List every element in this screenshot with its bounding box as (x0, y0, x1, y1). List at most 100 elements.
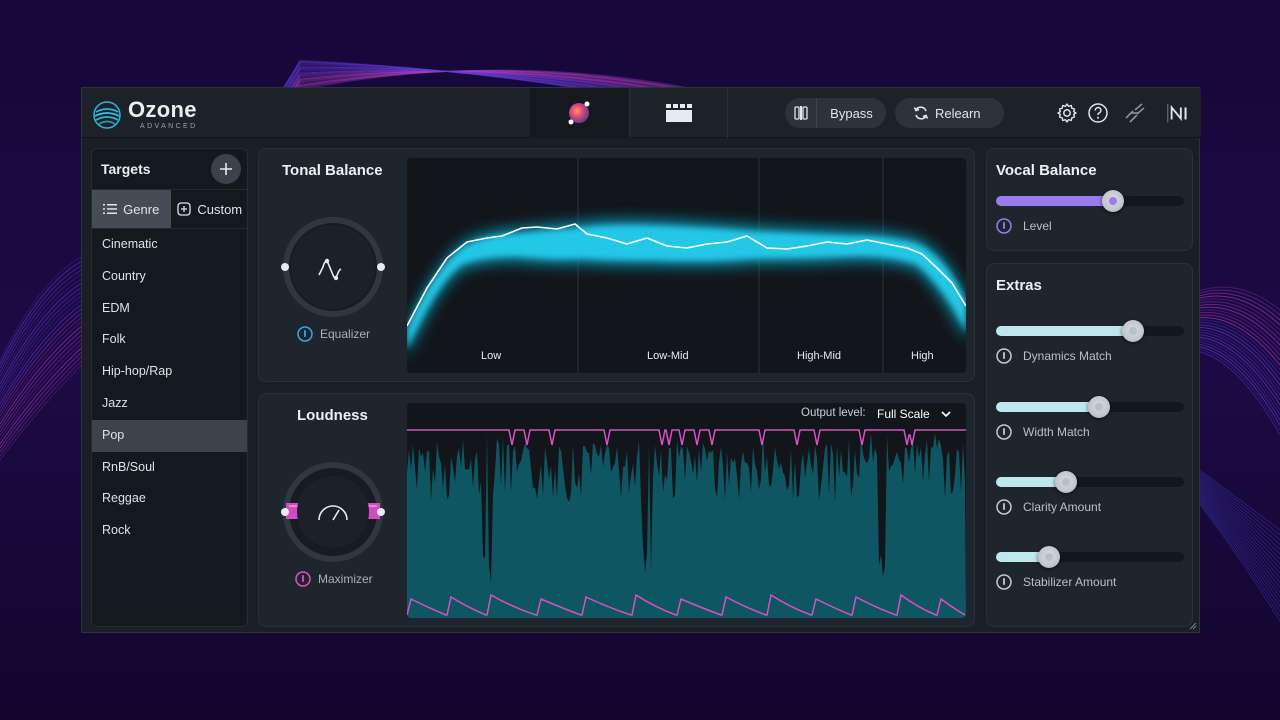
clarity-amount-label-row: Clarity Amount (996, 499, 1101, 515)
target-type-tabs: Genre Custom (92, 189, 248, 229)
dynamics-match-slider[interactable]: Dynamics Match (996, 320, 1184, 366)
dynamics-match-fill (996, 326, 1134, 336)
clarity-amount-slider[interactable]: Clarity Amount (996, 471, 1184, 517)
genre-item-rock[interactable]: Rock (92, 515, 247, 547)
genre-item-reggae[interactable]: Reggae (92, 483, 247, 515)
assistant-orb-icon (568, 101, 590, 125)
genre-item-jazz[interactable]: Jazz (92, 388, 247, 420)
genre-item-hiphop[interactable]: Hip-hop/Rap (92, 356, 247, 388)
vocal-level-track[interactable] (996, 190, 1184, 212)
width-match-slider[interactable]: Width Match (996, 396, 1184, 442)
tonal-balance-curve (407, 158, 966, 373)
tonal-balance-graph: Low Low-Mid High-Mid High (407, 158, 966, 373)
power-icon (295, 571, 311, 587)
relearn-button[interactable]: Relearn (895, 98, 1004, 128)
dynamics-match-track[interactable] (996, 320, 1184, 342)
list-icon (103, 204, 118, 214)
width-match-fill (996, 402, 1100, 412)
add-target-button[interactable] (211, 154, 241, 184)
extras-panel: Extras Dynamics Match Width Match Clarit… (986, 263, 1193, 627)
bypass-button[interactable]: Bypass (785, 98, 886, 128)
stabilizer-amount-track[interactable] (996, 546, 1184, 568)
extras-title: Extras (996, 277, 1042, 294)
band-label-high-mid: High-Mid (797, 350, 842, 362)
ni-logo (1167, 101, 1191, 125)
clarity-amount-track[interactable] (996, 471, 1184, 493)
ozone-logo: Ozone ADVANCED (92, 97, 212, 131)
genre-item-country[interactable]: Country (92, 261, 247, 293)
genre-item-edm[interactable]: EDM (92, 293, 247, 325)
vocal-level-label-row: Level (996, 218, 1052, 234)
dynamics-match-label-row: Dynamics Match (996, 348, 1112, 364)
width-match-thumb[interactable] (1088, 396, 1111, 418)
tab-genre-label: Genre (123, 201, 160, 217)
maximizer-label: Maximizer (318, 572, 373, 586)
equalizer-label: Equalizer (320, 327, 371, 341)
tab-assistant[interactable] (530, 88, 628, 138)
gear-icon (1057, 103, 1077, 123)
width-match-track[interactable] (996, 396, 1184, 418)
equalizer-module[interactable]: Equalizer (297, 326, 370, 342)
tab-custom[interactable]: Custom (171, 190, 248, 228)
output-level-label: Output level: (801, 407, 866, 419)
power-icon (996, 574, 1012, 590)
module-chain-icon (666, 104, 692, 122)
targets-panel: Targets Genre Custom Cinematic Country E… (91, 148, 248, 627)
tonal-balance-title: Tonal Balance (282, 162, 383, 179)
clarity-amount-thumb[interactable] (1054, 471, 1077, 493)
genre-list: Cinematic Country EDM Folk Hip-hop/Rap J… (92, 229, 247, 547)
dynamics-match-label: Dynamics Match (1023, 349, 1112, 363)
vocal-level-fill (996, 196, 1113, 206)
ozone-window: Ozone ADVANCED Bypass Relearn Targets Ge… (81, 87, 1201, 633)
vocal-balance-title: Vocal Balance (996, 162, 1097, 179)
band-label-high: High (911, 350, 934, 362)
resize-grip-icon[interactable] (1189, 622, 1197, 630)
stabilizer-amount-slider[interactable]: Stabilizer Amount (996, 546, 1184, 592)
vocal-level-thumb[interactable] (1101, 190, 1124, 212)
genre-item-rnb[interactable]: RnB/Soul (92, 452, 247, 484)
compare-icon (793, 106, 808, 120)
targets-title: Targets (101, 161, 151, 177)
vocal-level-slider[interactable]: Level (996, 190, 1184, 236)
loudness-graph: Output level: Full Scale (407, 403, 966, 618)
output-level-select[interactable]: Full Scale (877, 407, 930, 421)
loudness-waveform (407, 429, 966, 618)
stabilizer-amount-thumb[interactable] (1037, 546, 1060, 568)
vocal-level-label: Level (1023, 219, 1052, 233)
power-icon (996, 348, 1012, 364)
stabilizer-amount-label: Stabilizer Amount (1023, 575, 1117, 589)
genre-item-pop[interactable]: Pop (92, 419, 247, 452)
maximizer-knob-graphic (281, 462, 385, 562)
vocal-balance-panel: Vocal Balance Level (986, 148, 1193, 251)
link-button[interactable] (1123, 101, 1147, 125)
maximizer-knob[interactable] (281, 460, 385, 564)
equalizer-knob-graphic (281, 217, 385, 317)
band-label-low: Low (481, 350, 502, 362)
top-bar: Ozone ADVANCED Bypass Relearn (82, 88, 1201, 138)
help-button[interactable] (1086, 101, 1110, 125)
tab-genre[interactable]: Genre (92, 190, 171, 228)
genre-item-folk[interactable]: Folk (92, 324, 247, 356)
band-label-low-mid: Low-Mid (647, 350, 689, 362)
equalizer-knob[interactable] (281, 215, 385, 319)
link-icon (1125, 103, 1145, 123)
power-icon (297, 326, 313, 342)
settings-button[interactable] (1055, 101, 1079, 125)
stabilizer-amount-label-row: Stabilizer Amount (996, 574, 1116, 590)
app-name: Ozone (128, 97, 197, 122)
clarity-amount-label: Clarity Amount (1023, 500, 1102, 514)
power-icon (996, 499, 1012, 515)
dynamics-match-thumb[interactable] (1122, 320, 1145, 342)
width-match-label-row: Width Match (996, 424, 1090, 440)
genre-item-cinematic[interactable]: Cinematic (92, 229, 247, 261)
power-icon (996, 424, 1012, 440)
tab-custom-label: Custom (197, 201, 243, 217)
power-icon (996, 218, 1012, 234)
bypass-label: Bypass (830, 105, 873, 121)
tab-module-chain[interactable] (630, 88, 728, 138)
chevron-down-icon[interactable] (941, 410, 951, 418)
compare-toggle[interactable] (785, 98, 817, 128)
maximizer-module[interactable]: Maximizer (295, 571, 373, 587)
plus-icon (220, 163, 232, 175)
waveform-fill (407, 433, 966, 618)
